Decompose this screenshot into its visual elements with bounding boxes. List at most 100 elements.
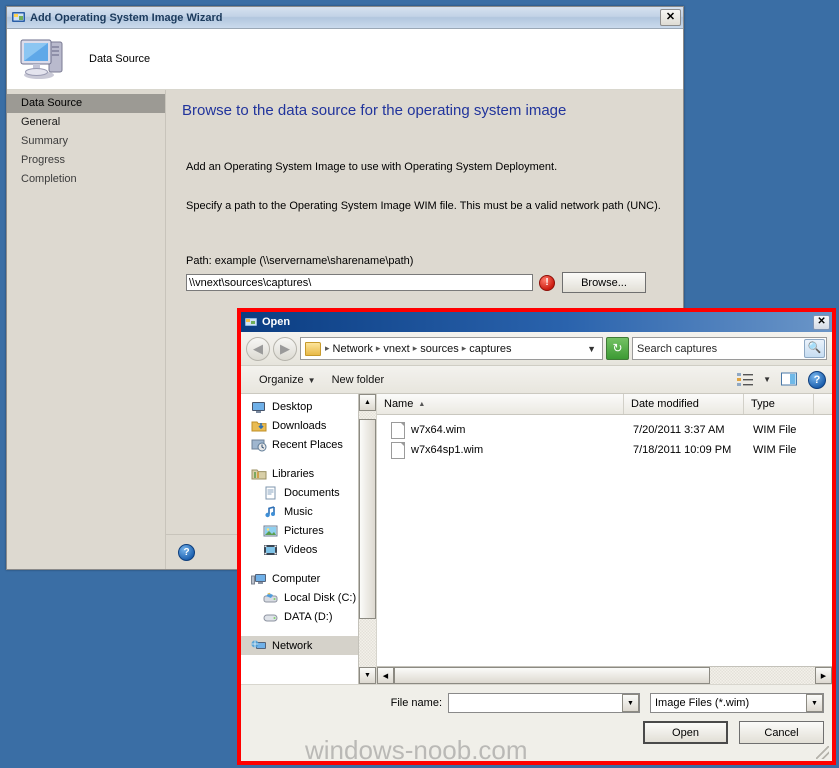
browse-button[interactable]: Browse... bbox=[562, 272, 646, 293]
videos-icon bbox=[263, 543, 279, 557]
forward-button[interactable]: ▶ bbox=[273, 336, 297, 361]
file-icon bbox=[391, 441, 405, 459]
tree-item-downloads[interactable]: Downloads bbox=[241, 416, 376, 435]
scroll-up-button[interactable]: ▲ bbox=[359, 394, 376, 411]
column-header-label: Type bbox=[751, 398, 775, 410]
file-list-horizontal-scrollbar[interactable]: ◀ ▶ bbox=[377, 666, 832, 684]
wizard-close-button[interactable]: ✕ bbox=[660, 9, 681, 26]
wizard-app-icon bbox=[11, 10, 26, 25]
breadcrumb-item-vnext[interactable]: vnext bbox=[381, 343, 411, 355]
tree-gap-1 bbox=[241, 454, 376, 464]
tree-item-data-d[interactable]: DATA (D:) bbox=[241, 607, 376, 626]
horizontal-scroll-thumb[interactable] bbox=[394, 667, 710, 684]
scroll-left-button[interactable]: ◀ bbox=[377, 667, 394, 684]
file-name-input[interactable]: ▼ bbox=[448, 693, 640, 713]
open-dialog-title-text: Open bbox=[262, 316, 291, 328]
recent-places-icon bbox=[251, 438, 267, 452]
file-type-select[interactable]: Image Files (*.wim) ▼ bbox=[650, 693, 824, 713]
wizard-title-text: Add Operating System Image Wizard bbox=[30, 11, 223, 24]
file-list-rows: w7x64.wim 7/20/2011 3:37 AM WIM File w7x… bbox=[377, 415, 832, 666]
chevron-down-icon[interactable]: ▼ bbox=[583, 344, 600, 354]
file-name-label: File name: bbox=[390, 697, 442, 709]
navigation-pane: Desktop Downloads Recent Places Librarie… bbox=[241, 394, 377, 684]
dialog-footer: File name: ▼ Image Files (*.wim) ▼ Open … bbox=[241, 684, 832, 761]
open-file-dialog: Open ✕ ◀ ▶ ▸ Network ▸ vnext ▸ sources ▸… bbox=[237, 308, 836, 765]
tree-item-documents[interactable]: Documents bbox=[241, 483, 376, 502]
sidebar-item-summary[interactable]: Summary bbox=[7, 132, 165, 151]
table-row[interactable]: w7x64sp1.wim 7/18/2011 10:09 PM WIM File bbox=[377, 440, 832, 460]
breadcrumb-item-network[interactable]: Network bbox=[331, 343, 375, 355]
view-chevron-down-icon[interactable]: ▼ bbox=[760, 375, 780, 384]
table-row[interactable]: w7x64.wim 7/20/2011 3:37 AM WIM File bbox=[377, 420, 832, 440]
tree-item-label: DATA (D:) bbox=[284, 610, 333, 623]
tree-item-label: Recent Places bbox=[272, 438, 343, 451]
file-type-cell: WIM File bbox=[753, 444, 797, 456]
file-name-cell: w7x64.wim bbox=[411, 424, 466, 436]
preview-pane-icon[interactable] bbox=[780, 371, 800, 389]
tree-gap-2 bbox=[241, 559, 376, 569]
sidebar-item-progress[interactable]: Progress bbox=[7, 151, 165, 170]
page-title: Browse to the data source for the operat… bbox=[182, 102, 567, 119]
new-folder-button[interactable]: New folder bbox=[324, 374, 393, 386]
tree-item-label: Libraries bbox=[272, 467, 315, 480]
open-dialog-icon bbox=[244, 315, 258, 329]
tree-item-pictures[interactable]: Pictures bbox=[241, 521, 376, 540]
tree-item-label: Music bbox=[284, 505, 313, 518]
resize-grip[interactable] bbox=[816, 746, 829, 759]
wizard-title-bar: Add Operating System Image Wizard ✕ bbox=[7, 7, 683, 29]
chevron-down-icon[interactable]: ▼ bbox=[622, 694, 639, 712]
open-dialog-close-button[interactable]: ✕ bbox=[813, 314, 830, 330]
tree-item-label: Computer bbox=[272, 572, 321, 585]
cancel-button[interactable]: Cancel bbox=[739, 721, 824, 744]
breadcrumb[interactable]: ▸ Network ▸ vnext ▸ sources ▸ captures ▼ bbox=[300, 337, 603, 360]
documents-icon bbox=[263, 486, 279, 500]
wizard-header-label: Data Source bbox=[89, 53, 151, 65]
tree-item-desktop[interactable]: Desktop bbox=[241, 397, 376, 416]
sidebar-item-data-source[interactable]: Data Source bbox=[7, 94, 165, 113]
file-list-header: Name ▲ Date modified Type bbox=[377, 394, 832, 415]
open-dialog-title-bar: Open ✕ bbox=[241, 312, 832, 332]
search-input[interactable]: Search captures 🔍 bbox=[632, 337, 827, 360]
path-input[interactable] bbox=[186, 274, 533, 291]
back-button[interactable]: ◀ bbox=[246, 336, 270, 361]
chevron-down-icon[interactable]: ▼ bbox=[806, 694, 823, 712]
wizard-paragraph-1: Add an Operating System Image to use wit… bbox=[186, 161, 558, 173]
tree-item-network[interactable]: Network bbox=[241, 636, 376, 655]
wizard-header: Data Source bbox=[7, 29, 683, 90]
file-type-cell: WIM File bbox=[753, 424, 797, 436]
nav-pane-scrollbar[interactable]: ▲ ▼ bbox=[358, 394, 376, 684]
nav-scroll-thumb[interactable] bbox=[359, 419, 376, 619]
sidebar-item-general[interactable]: General bbox=[7, 113, 165, 132]
desktop-icon bbox=[251, 400, 267, 414]
column-header-date-modified[interactable]: Date modified bbox=[624, 394, 744, 414]
breadcrumb-item-sources[interactable]: sources bbox=[418, 343, 461, 355]
wizard-step-nav: Data Source General Summary Progress Com… bbox=[7, 90, 166, 569]
tree-item-local-disk-c[interactable]: Local Disk (C:) bbox=[241, 588, 376, 607]
sidebar-item-completion[interactable]: Completion bbox=[7, 170, 165, 189]
tree-item-recent-places[interactable]: Recent Places bbox=[241, 435, 376, 454]
computer-monitor-icon bbox=[19, 36, 67, 83]
refresh-icon[interactable]: ↻ bbox=[606, 337, 629, 360]
column-header-name[interactable]: Name ▲ bbox=[377, 394, 624, 414]
search-icon[interactable]: 🔍 bbox=[804, 339, 825, 358]
horizontal-scroll-track[interactable] bbox=[394, 667, 815, 684]
column-header-type[interactable]: Type bbox=[744, 394, 814, 414]
tree-item-music[interactable]: Music bbox=[241, 502, 376, 521]
view-list-icon[interactable] bbox=[736, 371, 756, 389]
open-button[interactable]: Open bbox=[643, 721, 728, 744]
tree-item-libraries[interactable]: Libraries bbox=[241, 464, 376, 483]
scroll-down-button[interactable]: ▼ bbox=[359, 667, 376, 684]
file-list: Name ▲ Date modified Type w7x64.wim 7/20… bbox=[377, 394, 832, 684]
file-name-cell: w7x64sp1.wim bbox=[411, 444, 484, 456]
tree-item-label: Downloads bbox=[272, 419, 327, 432]
tree-item-videos[interactable]: Videos bbox=[241, 540, 376, 559]
tree-item-label: Videos bbox=[284, 543, 318, 556]
help-icon[interactable]: ? bbox=[178, 544, 195, 561]
computer-icon bbox=[251, 572, 267, 586]
nav-scroll-track[interactable] bbox=[359, 411, 376, 667]
tree-item-computer[interactable]: Computer bbox=[241, 569, 376, 588]
scroll-right-button[interactable]: ▶ bbox=[815, 667, 832, 684]
organize-button[interactable]: Organize ▼ bbox=[251, 374, 324, 386]
help-icon[interactable]: ? bbox=[808, 370, 826, 389]
breadcrumb-item-captures[interactable]: captures bbox=[467, 343, 513, 355]
